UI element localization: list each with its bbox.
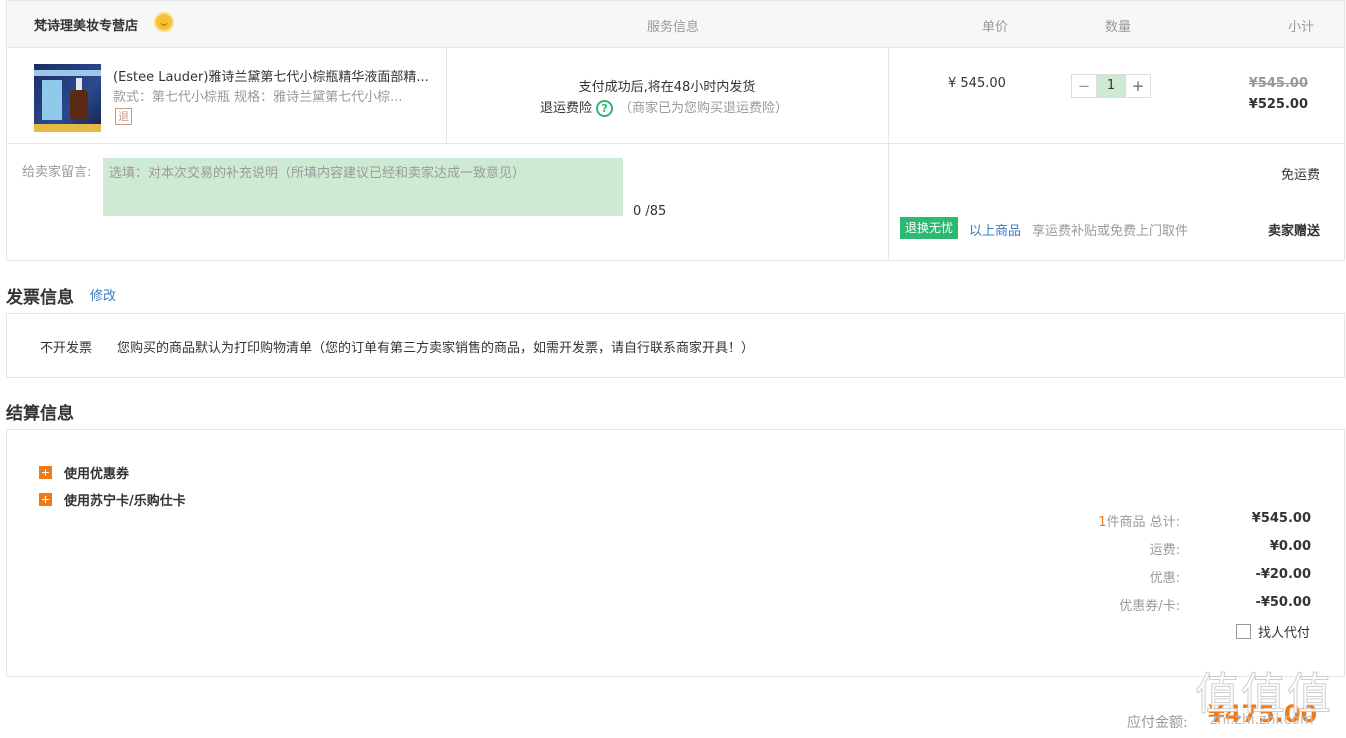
use-card-label: 使用苏宁卡/乐购仕卡 — [64, 494, 186, 509]
expand-plus-icon — [39, 493, 52, 506]
free-shipping-label: 免运费 — [1280, 168, 1320, 183]
freight-value: ¥0.00 — [1269, 539, 1311, 554]
insurance-note: （商家已为您购买退运费险） — [619, 101, 789, 116]
invoice-section-title: 发票信息 — [6, 288, 74, 308]
total-value: ¥545.00 — [1251, 511, 1311, 526]
invoice-description: 您购买的商品默认为打印购物清单（您的订单有第三方卖家销售的商品，如需开发票，请自… — [117, 341, 755, 356]
freight-label: 运费: — [1149, 543, 1180, 558]
proxy-pay-label: 找人代付 — [1258, 626, 1311, 641]
divider — [446, 47, 447, 143]
use-coupon-label: 使用优惠券 — [64, 467, 130, 482]
unit-price: ¥ 545.00 — [948, 76, 1006, 91]
expand-plus-icon — [39, 466, 52, 479]
invoice-type: 不开发票 — [40, 341, 93, 356]
divider — [6, 143, 1345, 144]
qty-input[interactable]: 1 — [1097, 75, 1125, 97]
column-header-unit-price: 单价 — [982, 20, 1009, 35]
seller-message-input[interactable] — [103, 158, 623, 216]
product-title-link[interactable]: (Estee Lauder)雅诗兰黛第七代小棕瓶精华液面部精... — [113, 66, 443, 85]
qty-increase-button[interactable]: + — [1125, 75, 1150, 97]
message-label: 给卖家留言: — [22, 165, 92, 180]
worry-free-return-badge: 退换无忧 — [900, 217, 959, 239]
payable-label: 应付金额: — [1127, 715, 1188, 731]
coupon-label: 优惠券/卡: — [1119, 599, 1180, 614]
product-spec: 款式：第七代小棕瓶 规格：雅诗兰黛第七代小棕... — [113, 90, 403, 105]
settlement-section-title: 结算信息 — [6, 404, 74, 424]
return-icon: 退 — [115, 108, 132, 125]
above-items-link[interactable]: 以上商品 — [969, 220, 1021, 239]
shipping-note: 支付成功后,将在48小时内发货 — [578, 80, 756, 95]
quantity-stepper: − 1 + — [1071, 74, 1151, 98]
column-header-quantity: 数量 — [1105, 20, 1132, 35]
column-header-service: 服务信息 — [647, 20, 700, 35]
gold-medal-icon — [154, 12, 174, 32]
store-name[interactable]: 梵诗理美妆专营店 — [34, 15, 138, 34]
total-label: 1件商品 总计: — [1098, 515, 1180, 530]
subtotal-original: ¥545.00 — [1248, 76, 1308, 91]
use-coupon-toggle[interactable]: 使用优惠券 — [39, 463, 129, 482]
return-insurance: 退运费险? （商家已为您购买退运费险） — [540, 97, 788, 117]
subtotal-current: ¥525.00 — [1248, 97, 1308, 112]
coupon-value: -¥50.00 — [1255, 595, 1311, 610]
qty-decrease-button[interactable]: − — [1072, 75, 1097, 97]
shipping-benefit: 享运费补贴或免费上门取件 — [1032, 224, 1189, 239]
divider — [888, 47, 889, 260]
proxy-pay-checkbox[interactable] — [1236, 624, 1251, 639]
product-thumbnail[interactable] — [34, 64, 101, 132]
discount-label: 优惠: — [1149, 571, 1180, 586]
watermark-url: zhi.zhi.zhi.com — [1210, 712, 1314, 728]
seller-gift-label: 卖家赠送 — [1267, 224, 1320, 239]
question-icon[interactable]: ? — [596, 100, 614, 117]
invoice-edit-link[interactable]: 修改 — [90, 285, 116, 304]
column-header-subtotal: 小计 — [1288, 20, 1315, 35]
use-card-toggle[interactable]: 使用苏宁卡/乐购仕卡 — [39, 490, 186, 509]
discount-value: -¥20.00 — [1255, 567, 1311, 582]
message-char-count: 0 /85 — [633, 204, 667, 219]
proxy-pay-option[interactable]: 找人代付 — [1236, 622, 1310, 641]
insurance-label: 退运费险 — [540, 101, 593, 116]
